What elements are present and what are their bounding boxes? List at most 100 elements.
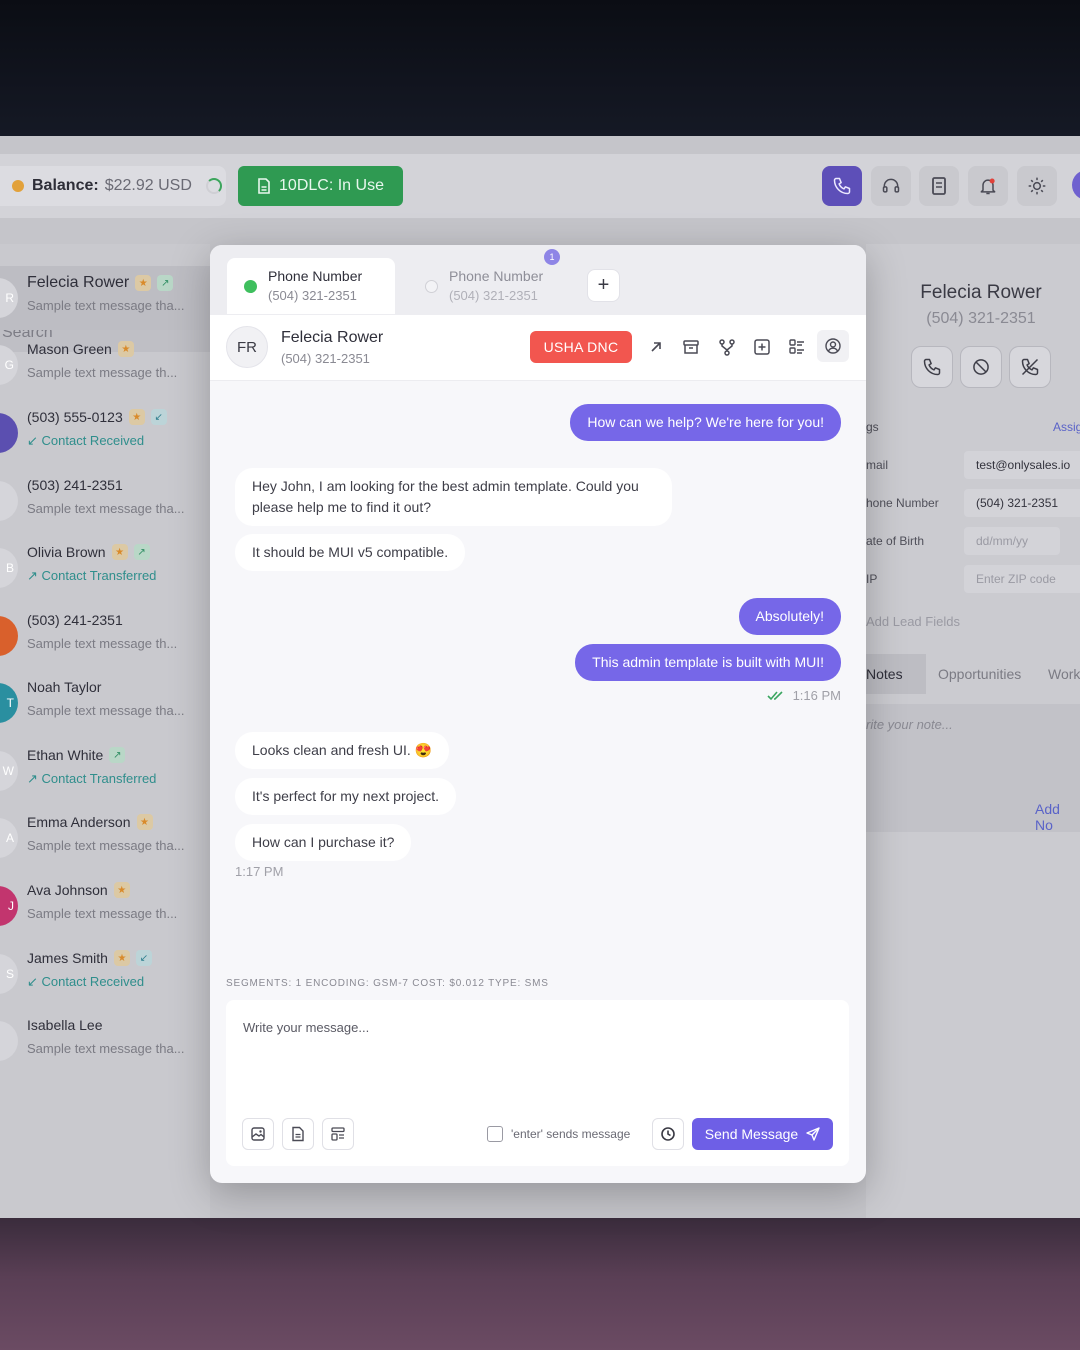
file-icon-button[interactable] xyxy=(282,1118,314,1150)
contact-list-item[interactable]: S James Smith ★ ↙ ↙ Contact Received xyxy=(0,942,210,1006)
send-message-button[interactable]: Send Message xyxy=(692,1118,833,1150)
message-incoming: Looks clean and fresh UI. 😍 xyxy=(235,732,450,769)
clock-icon-button[interactable] xyxy=(652,1118,684,1150)
email-field[interactable]: test@onlysales.io xyxy=(964,451,1080,479)
book-icon-button[interactable] xyxy=(919,166,959,206)
contact-name: Ethan White xyxy=(27,747,104,763)
phone-number-field[interactable]: (504) 321-2351 xyxy=(964,489,1080,517)
message-input[interactable]: Write your message... xyxy=(243,1020,369,1035)
message-line: Hey John, I am looking for the best admi… xyxy=(252,478,639,494)
contact-name: Mason Green xyxy=(27,341,112,357)
send-label: Send Message xyxy=(704,1126,799,1142)
fork-icon[interactable] xyxy=(715,335,739,359)
loading-icon xyxy=(205,178,222,194)
enter-sends-checkbox[interactable] xyxy=(487,1126,503,1142)
contact-avatar: FR xyxy=(226,326,268,368)
tab-notes[interactable]: Notes xyxy=(866,654,926,694)
archive-icon[interactable] xyxy=(679,335,703,359)
tab-phone-number-inactive[interactable]: Phone Number (504) 321-2351 xyxy=(408,258,576,314)
message-outgoing: This admin template is built with MUI! xyxy=(575,644,841,681)
contact-list-item[interactable]: G Mason Green ★ Sample text message th... xyxy=(0,333,210,397)
date-of-birth-field[interactable]: dd/mm/yy xyxy=(964,527,1060,555)
transferred-arrow-icon: ↗ xyxy=(27,568,42,583)
phone-icon-button[interactable] xyxy=(822,166,862,206)
contact-subtext: Sample text message th... xyxy=(27,906,178,921)
timestamp-text: 1:16 PM xyxy=(792,688,841,703)
tab-count-badge: 1 xyxy=(544,249,560,265)
template-icon-button[interactable] xyxy=(322,1118,354,1150)
user-avatar[interactable] xyxy=(1072,170,1080,200)
message-preview: Sample text message th... xyxy=(27,365,177,380)
tab-work[interactable]: Work xyxy=(1048,666,1080,682)
background-bottom xyxy=(0,1218,1080,1350)
note-input[interactable]: rite your note... Add No xyxy=(866,704,1080,833)
dnc-button[interactable]: USHA DNC xyxy=(530,331,632,363)
checklist-icon[interactable] xyxy=(785,335,809,359)
contact-list-item[interactable]: Isabella Lee Sample text message tha... xyxy=(0,1009,210,1073)
add-tab-button[interactable]: + xyxy=(587,269,620,302)
contact-list-item[interactable]: J Ava Johnson ★ Sample text message th... xyxy=(0,874,210,938)
contact-list-item[interactable]: W Ethan White ↗ ↗ Contact Transferred xyxy=(0,739,210,803)
avatar: J xyxy=(0,886,18,926)
message-incoming: How can I purchase it? xyxy=(235,824,412,861)
contact-name-row: Emma Anderson ★ xyxy=(27,814,153,830)
received-icon: ↙ xyxy=(135,950,152,966)
message-preview: Sample text message th... xyxy=(27,906,177,921)
balance-chip: Balance: $22.92 USD xyxy=(0,166,226,206)
contact-list-item[interactable]: B Olivia Brown ★ ↗ ↗ Contact Transferred xyxy=(0,536,210,600)
call-off-icon-button[interactable] xyxy=(1009,346,1051,388)
contact-name: Olivia Brown xyxy=(27,544,106,560)
block-icon-button[interactable] xyxy=(960,346,1002,388)
contact-name: Emma Anderson xyxy=(27,814,131,830)
avatar: W xyxy=(0,751,18,791)
add-box-icon[interactable] xyxy=(750,335,774,359)
contact-details-panel: Felecia Rower (504) 321-2351 gs Assig ma… xyxy=(866,244,1080,1218)
message-outgoing: Absolutely! xyxy=(738,598,841,635)
image-icon-button[interactable] xyxy=(242,1118,274,1150)
contact-list-item[interactable]: (503) 241-2351 Sample text message tha... xyxy=(0,469,210,533)
call-icon-button[interactable] xyxy=(911,346,953,388)
contact-subtext: Sample text message tha... xyxy=(27,838,185,853)
add-note-button[interactable]: Add No xyxy=(1035,801,1080,833)
contact-list-item[interactable]: T Noah Taylor Sample text message tha... xyxy=(0,671,210,735)
contact-list-item[interactable]: (503) 241-2351 Sample text message th... xyxy=(0,604,210,668)
contact-name: James Smith xyxy=(27,950,108,966)
bell-icon-button[interactable] xyxy=(968,166,1008,206)
avatar: A xyxy=(0,818,18,858)
send-icon xyxy=(806,1127,820,1141)
avatar xyxy=(0,481,18,521)
message-incoming: It should be MUI v5 compatible. xyxy=(235,534,466,571)
message-preview: Sample text message th... xyxy=(27,636,177,651)
user-circle-icon[interactable] xyxy=(817,330,849,362)
star-icon: ★ xyxy=(113,950,130,966)
tab-opportunities[interactable]: Opportunities xyxy=(938,666,1021,682)
arrow-up-right-icon[interactable] xyxy=(644,335,668,359)
date-of-birth-label: ate of Birth xyxy=(866,534,925,548)
message-preview: Sample text message tha... xyxy=(27,298,185,313)
sun-icon-button[interactable] xyxy=(1017,166,1057,206)
headset-icon-button[interactable] xyxy=(871,166,911,206)
details-contact-name: Felecia Rower xyxy=(920,282,1042,303)
details-contact-phone: (504) 321-2351 xyxy=(926,310,1036,327)
message-preview: Sample text message tha... xyxy=(27,501,185,516)
add-lead-fields-link[interactable]: Add Lead Fields xyxy=(866,614,960,629)
received-arrow-icon: ↙ xyxy=(27,433,42,448)
zip-label: IP xyxy=(866,572,878,586)
contact-list-item[interactable]: R Felecia Rower ★ ↗ Sample text message tha.… xyxy=(0,266,210,330)
assign-link[interactable]: Assig xyxy=(1053,420,1080,434)
star-icon: ★ xyxy=(135,275,152,291)
received-timestamp: 1:17 PM xyxy=(235,864,284,879)
zip-field[interactable]: Enter ZIP code xyxy=(964,565,1080,593)
tab-phone-number-active[interactable]: Phone Number (504) 321-2351 xyxy=(227,258,395,314)
dlc-status-button[interactable]: 10DLC: In Use xyxy=(238,166,403,206)
contact-list-item[interactable]: A Emma Anderson ★ Sample text message tha..… xyxy=(0,806,210,870)
contact-subtext: Sample text message th... xyxy=(27,636,178,651)
contact-list-item[interactable]: (503) 555-0123 ★ ↙ ↙ Contact Received xyxy=(0,401,210,465)
message-composer: Write your message... 'enter' sends mess… xyxy=(226,1000,849,1166)
message-preview: Sample text message tha... xyxy=(27,838,185,853)
contact-name-row: Mason Green ★ xyxy=(27,341,134,357)
contact-status: ↙ Contact Received xyxy=(27,433,144,449)
tags-label: gs xyxy=(866,420,879,434)
star-icon: ★ xyxy=(113,882,130,898)
contact-name-row: Ethan White ↗ xyxy=(27,747,126,763)
